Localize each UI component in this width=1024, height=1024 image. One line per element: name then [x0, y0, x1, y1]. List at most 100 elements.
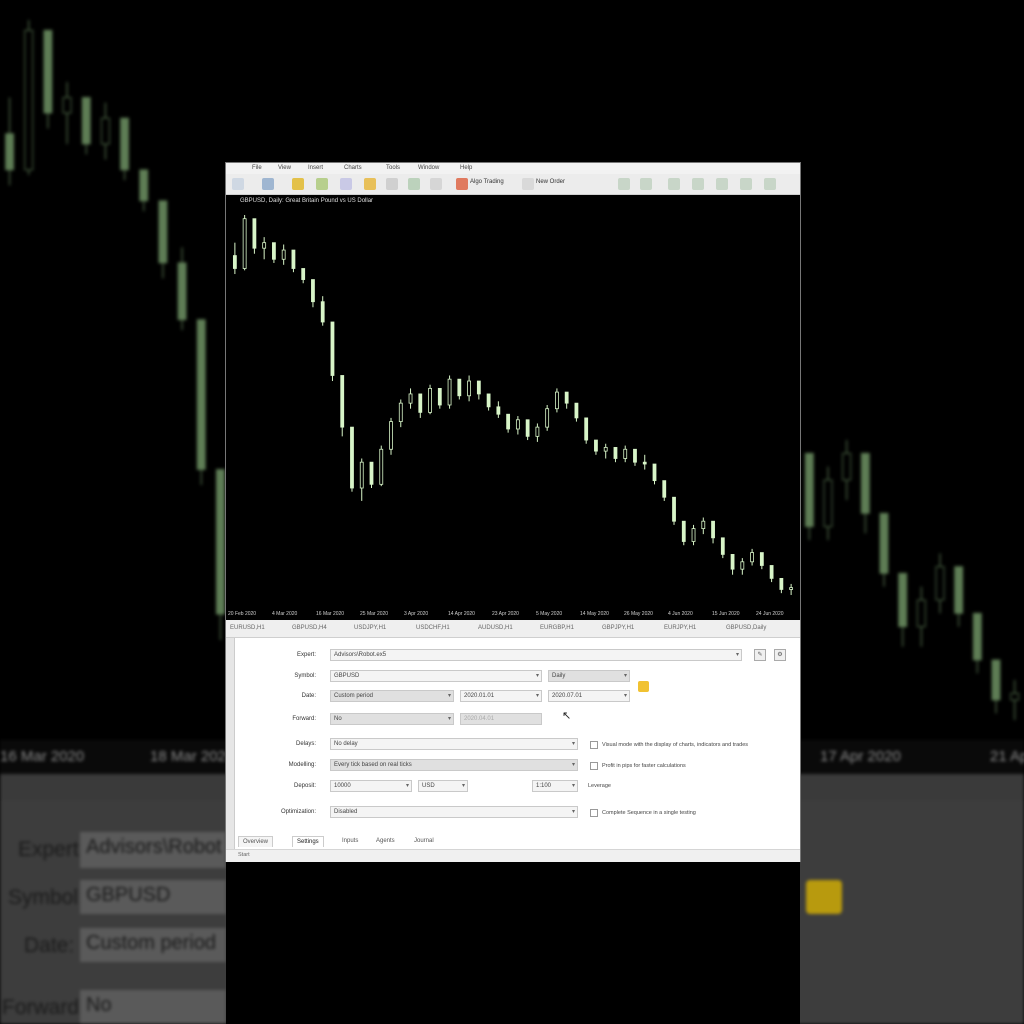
- candle-body: [860, 452, 870, 514]
- candle-body: [555, 391, 559, 410]
- chart-symbol-tab[interactable]: GBPUSD,H4: [292, 625, 327, 631]
- chart-tool-icon[interactable]: [692, 178, 704, 190]
- new-chart-icon[interactable]: [232, 178, 244, 190]
- chart-symbol-tab[interactable]: USDJPY,H1: [354, 625, 386, 631]
- menu-item-window[interactable]: Window: [418, 165, 439, 171]
- expert-select[interactable]: Advisors\Robot.ex5: [330, 649, 742, 661]
- delays-label: Delays:: [295, 741, 316, 747]
- chart-tool-icon[interactable]: [668, 178, 680, 190]
- chart-symbol-tab[interactable]: EURGBP,H1: [540, 625, 574, 631]
- chart-tool-icon[interactable]: [716, 178, 728, 190]
- forward-date-input[interactable]: 2020.04.01: [460, 713, 542, 725]
- bg-expert-label: Expert:: [18, 838, 85, 861]
- new-order-label[interactable]: New Order: [536, 179, 565, 185]
- chart-tool-icon[interactable]: [764, 178, 776, 190]
- menu-item-file[interactable]: File: [252, 165, 262, 171]
- candle-body: [652, 463, 657, 482]
- leverage-select[interactable]: 1:100: [532, 780, 578, 792]
- candle-body: [759, 552, 764, 566]
- chart-symbol-tab[interactable]: GBPUSD,Daily: [726, 625, 766, 631]
- profiles-icon[interactable]: [262, 178, 274, 190]
- complete-sequence-checkbox[interactable]: [590, 809, 598, 817]
- algo-trading-label[interactable]: Algo Trading: [470, 179, 504, 185]
- candle-body: [515, 419, 520, 430]
- symbol-select[interactable]: GBPUSD: [330, 670, 542, 682]
- symbol-settings-icon[interactable]: [638, 681, 649, 692]
- market-watch-icon[interactable]: [292, 178, 304, 190]
- chart-tool-icon[interactable]: [618, 178, 630, 190]
- candle-body: [272, 242, 276, 260]
- bg-yellow-icon: [806, 880, 842, 914]
- tab-journal[interactable]: Journal: [410, 836, 438, 847]
- candle-body: [720, 537, 725, 555]
- visual-mode-checkbox[interactable]: [590, 741, 598, 749]
- start-button[interactable]: Start: [238, 852, 250, 858]
- properties-icon[interactable]: ⚙: [774, 649, 786, 661]
- delays-select[interactable]: No delay: [330, 738, 578, 750]
- deposit-input[interactable]: 10000: [330, 780, 412, 792]
- data-window-icon[interactable]: [316, 178, 328, 190]
- candle-body: [842, 452, 852, 481]
- modelling-label: Modelling:: [288, 762, 316, 768]
- ide-icon[interactable]: [408, 178, 420, 190]
- modelling-select[interactable]: Every tick based on real ticks: [330, 759, 578, 771]
- profit-pips-label: Profit in pips for faster calculations: [602, 763, 686, 769]
- menu-item-view[interactable]: View: [278, 165, 291, 171]
- tab-settings[interactable]: Settings: [292, 836, 324, 847]
- period-select[interactable]: Daily: [548, 670, 630, 682]
- optimization-select[interactable]: Disabled: [330, 806, 578, 818]
- toolbar: Algo Trading New Order: [226, 174, 800, 195]
- tab-inputs[interactable]: Inputs: [338, 836, 362, 847]
- chart-symbol-tab[interactable]: USDCHF,H1: [416, 625, 450, 631]
- profit-pips-checkbox[interactable]: [590, 762, 598, 770]
- navigator-icon[interactable]: [340, 178, 352, 190]
- candle-body: [486, 393, 491, 408]
- tab-overview[interactable]: Overview: [238, 836, 274, 847]
- candle-body: [62, 97, 72, 114]
- candle-body: [43, 29, 53, 114]
- date-from-input[interactable]: 2020.01.01: [460, 690, 542, 702]
- new-order-icon[interactable]: [522, 178, 534, 190]
- toolbox-icon[interactable]: [364, 178, 376, 190]
- candle-body: [789, 587, 794, 590]
- candle-body: [379, 448, 384, 485]
- edit-icon[interactable]: ✎: [754, 649, 766, 661]
- strategy-tester-icon[interactable]: [386, 178, 398, 190]
- forward-select[interactable]: No: [330, 713, 454, 725]
- candle-body: [603, 447, 608, 452]
- candle-body: [954, 566, 964, 614]
- candle-body: [1010, 692, 1020, 701]
- time-axis-label: 24 Jun 2020: [756, 611, 784, 617]
- chart-symbol-tab[interactable]: GBPJPY,H1: [602, 625, 634, 631]
- bg-date-value: Custom period: [80, 928, 226, 962]
- candle-body: [750, 552, 754, 563]
- candle-body: [594, 439, 598, 452]
- tab-agents[interactable]: Agents: [372, 836, 399, 847]
- date-to-input[interactable]: 2020.07.01: [548, 690, 630, 702]
- candle-body: [418, 393, 423, 413]
- algo-trading-icon[interactable]: [456, 178, 468, 190]
- candle-body: [242, 218, 247, 269]
- candle-body: [428, 387, 432, 413]
- chart-tool-icon[interactable]: [640, 178, 652, 190]
- terminal-icon[interactable]: [430, 178, 442, 190]
- candle-body: [972, 612, 982, 661]
- currency-select[interactable]: USD: [418, 780, 468, 792]
- menu-item-insert[interactable]: Insert: [308, 165, 323, 171]
- date-range-select[interactable]: Custom period: [330, 690, 454, 702]
- chart-symbol-tab[interactable]: AUDUSD,H1: [478, 625, 513, 631]
- chart-symbol-tab[interactable]: EURUSD,H1: [230, 625, 265, 631]
- candle-body: [506, 413, 511, 430]
- candle-body: [311, 279, 315, 303]
- menu-item-tools[interactable]: Tools: [386, 165, 400, 171]
- candle-body: [340, 375, 345, 428]
- deposit-label: Deposit:: [293, 783, 316, 789]
- menu-item-charts[interactable]: Charts: [344, 165, 362, 171]
- chart-tool-icon[interactable]: [740, 178, 752, 190]
- menu-item-help[interactable]: Help: [460, 165, 472, 171]
- candle-body: [916, 599, 926, 628]
- time-axis-label: 26 May 2020: [624, 611, 653, 617]
- chart-symbol-tab[interactable]: EURJPY,H1: [664, 625, 696, 631]
- candle-body: [350, 426, 354, 489]
- price-chart[interactable]: GBPUSD, Daily: Great Britain Pound vs US…: [226, 195, 800, 609]
